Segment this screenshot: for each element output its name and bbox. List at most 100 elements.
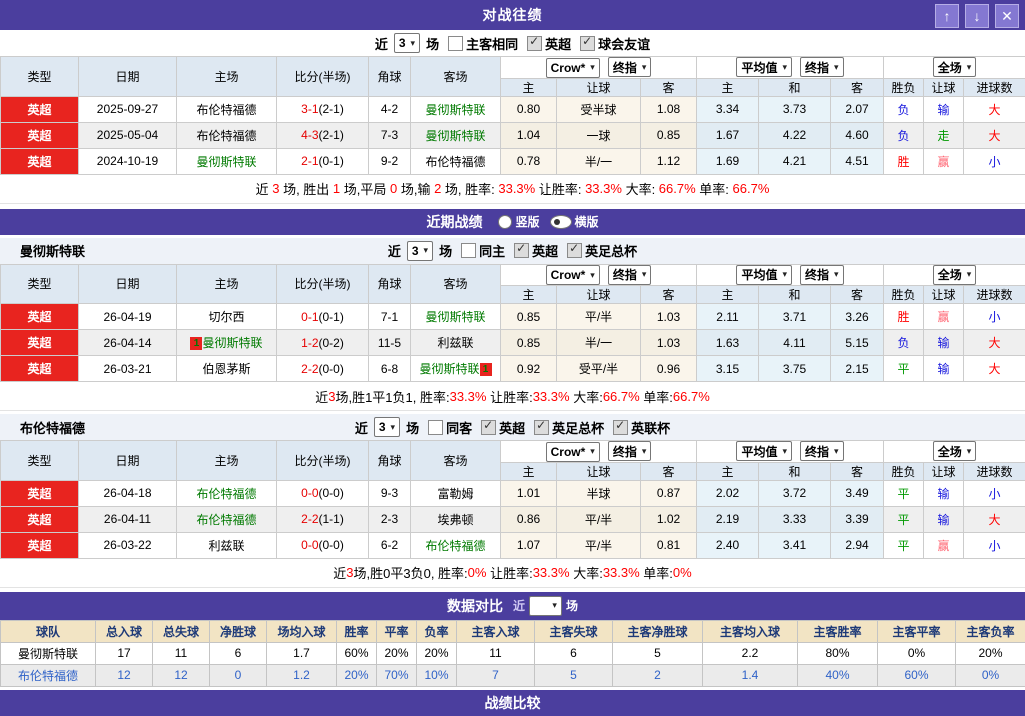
- team0-scope-select[interactable]: 全场▾: [933, 265, 977, 285]
- avg-odds-value: 3.15: [697, 356, 759, 382]
- rank-badge: 1: [480, 363, 492, 376]
- h2h-table: 类型日期主场比分(半场)角球客场Crow*▾终指▾平均值▾终指▾全场▾主让球客主…: [0, 56, 1025, 175]
- stat-value: 7: [457, 664, 535, 686]
- stat-value: 2.2: [703, 642, 798, 664]
- team-name-cell: 曼彻斯特联: [177, 148, 277, 174]
- team1-checkbox-3[interactable]: [613, 420, 628, 435]
- odds-value: 1.08: [641, 96, 697, 122]
- team0-odds-kind-select[interactable]: 终指▾: [608, 265, 652, 285]
- team1-count-select[interactable]: 3▾: [374, 417, 400, 437]
- column-header: 主场: [177, 441, 277, 481]
- stat-value: 60%: [337, 642, 377, 664]
- team1-checkbox-1[interactable]: [481, 420, 496, 435]
- team0-checkbox-label-2: 英足总杯: [585, 241, 637, 260]
- stat-value: 60%: [878, 664, 956, 686]
- league-badge: 英超: [1, 148, 79, 174]
- column-header: 主: [501, 462, 557, 480]
- match-row: 英超26-03-21伯恩茅斯2-2(0-0)6-8曼彻斯特联10.92受平/半0…: [1, 356, 1025, 382]
- stat-value: 0%: [956, 664, 1025, 686]
- avg-odds-value: 2.94: [831, 532, 884, 558]
- result-flag: 输: [924, 356, 964, 382]
- stat-value: 20%: [377, 642, 417, 664]
- odds-value: 0.85: [501, 304, 557, 330]
- near-label: 近: [513, 597, 525, 614]
- team0-games-label: 场: [439, 241, 452, 260]
- column-header: 进球数: [964, 78, 1025, 96]
- team1-checkbox-0[interactable]: [428, 420, 443, 435]
- stat-value: 5: [613, 642, 703, 664]
- h2h-checkbox-0[interactable]: [448, 36, 463, 51]
- scroll-up-button[interactable]: ↑: [935, 4, 959, 28]
- radio-vertical-layout[interactable]: [498, 215, 512, 229]
- close-button[interactable]: ✕: [995, 4, 1019, 28]
- corner-score: 7-1: [369, 304, 411, 330]
- result-flag: 胜: [884, 148, 924, 174]
- team-section-header: 布伦特福德近3▾场同客英超英足总杯英联杯: [0, 414, 1025, 440]
- team-name-cell: 布伦特福德: [177, 122, 277, 148]
- odds-value: 1.03: [641, 330, 697, 356]
- team-name-label: 布伦特福德: [20, 418, 85, 437]
- column-header: 日期: [79, 264, 177, 304]
- team0-near-label: 近: [388, 241, 401, 260]
- comparison-table-container: 球队总入球总失球净胜球场均入球胜率平率负率主客入球主客失球主客净胜球主客均入球主…: [0, 620, 1025, 687]
- h2h-scope-select[interactable]: 全场▾: [933, 57, 977, 77]
- data-comparison-titlebar: 数据对比 近 10▾ 场: [0, 592, 1025, 620]
- team0-count-select[interactable]: 3▾: [407, 241, 433, 261]
- h2h-average-select[interactable]: 平均值▾: [736, 57, 792, 77]
- avg-odds-value: 2.40: [697, 532, 759, 558]
- column-header: 角球: [369, 57, 411, 97]
- team0-checkbox-2[interactable]: [567, 243, 582, 258]
- h2h-near-label: 近: [375, 34, 388, 53]
- team0-checkbox-1[interactable]: [514, 243, 529, 258]
- radio-horizontal-layout[interactable]: [550, 215, 572, 229]
- match-score: 2-2(1-1): [277, 506, 369, 532]
- column-header: 主: [697, 462, 759, 480]
- team1-checkbox-label-1: 英超: [499, 418, 525, 437]
- chevron-down-icon: ▾: [590, 63, 595, 72]
- avg-odds-value: 2.02: [697, 480, 759, 506]
- team-name-cell[interactable]: 布伦特福德: [1, 664, 96, 686]
- chevron-down-icon: ▾: [782, 447, 787, 456]
- scroll-down-button[interactable]: ↓: [965, 4, 989, 28]
- chevron-down-icon: ▾: [642, 270, 647, 279]
- team-name-cell: 曼彻斯特联: [411, 304, 501, 330]
- h2h-average-kind-select[interactable]: 终指▾: [800, 57, 844, 77]
- column-header: 进球数: [964, 286, 1025, 304]
- avg-odds-value: 3.33: [759, 506, 831, 532]
- h2h-count-select[interactable]: 3▾: [394, 33, 420, 53]
- result-flag: 赢: [924, 148, 964, 174]
- avg-odds-value: 4.60: [831, 122, 884, 148]
- h2h-checkbox-1[interactable]: [527, 36, 542, 51]
- team-name-cell: 曼彻斯特联: [1, 642, 96, 664]
- odds-value: 1.02: [641, 506, 697, 532]
- column-header: 主客均入球: [703, 620, 798, 642]
- match-score: 0-0(0-0): [277, 480, 369, 506]
- team1-checkbox-2[interactable]: [534, 420, 549, 435]
- corner-score: 6-2: [369, 532, 411, 558]
- team1-average-select[interactable]: 平均值▾: [736, 441, 792, 461]
- comparison-row: 曼彻斯特联171161.760%20%20%11652.280%0%20%: [1, 642, 1025, 664]
- rank-badge: 1: [190, 337, 202, 350]
- h2h-checkbox-2[interactable]: [580, 36, 595, 51]
- match-row: 英超2025-05-04布伦特福德4-3(2-1)7-3曼彻斯特联1.04一球0…: [1, 122, 1025, 148]
- odds-value: 0.81: [641, 532, 697, 558]
- team1-odds-kind-select[interactable]: 终指▾: [608, 441, 652, 461]
- chevron-down-icon: ▾: [834, 63, 839, 72]
- chevron-down-icon: ▾: [590, 447, 595, 456]
- team0-odds-company-select[interactable]: Crow*▾: [546, 265, 600, 285]
- team0-checkbox-0[interactable]: [461, 243, 476, 258]
- result-flag: 平: [884, 532, 924, 558]
- comparison-count-select[interactable]: 10▾: [529, 596, 562, 616]
- team1-scope-select[interactable]: 全场▾: [933, 441, 977, 461]
- h2h-odds-company-select[interactable]: Crow*▾: [546, 58, 600, 78]
- h2h-odds-kind-select[interactable]: 终指▾: [608, 57, 652, 77]
- team1-checkbox-label-0: 同客: [446, 418, 472, 437]
- odds-value: 1.04: [501, 122, 557, 148]
- result-flag: 输: [924, 330, 964, 356]
- result-flag: 走: [924, 122, 964, 148]
- team1-odds-company-select[interactable]: Crow*▾: [546, 442, 600, 462]
- team0-average-select[interactable]: 平均值▾: [736, 265, 792, 285]
- team1-average-kind-select[interactable]: 终指▾: [800, 441, 844, 461]
- column-header: 让球: [924, 286, 964, 304]
- team0-average-kind-select[interactable]: 终指▾: [800, 265, 844, 285]
